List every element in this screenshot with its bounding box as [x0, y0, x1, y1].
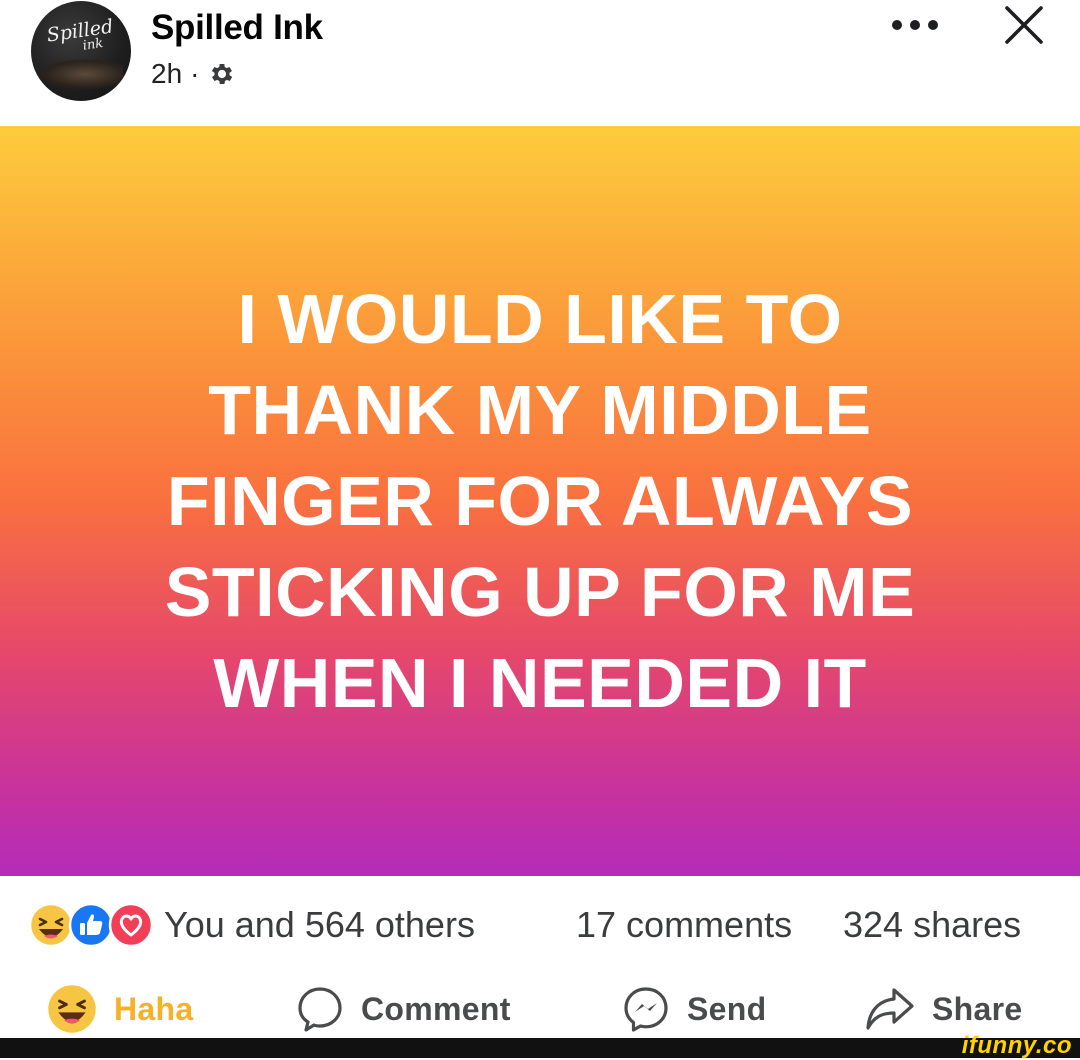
- comments-count[interactable]: 17 comments: [576, 904, 792, 946]
- avatar-logo: Spilled ink: [39, 16, 123, 60]
- send-label: Send: [687, 990, 767, 1027]
- post-image-text: I WOULD LIKE TO THANK MY MIDDLE FINGER F…: [164, 280, 916, 722]
- haha-reaction-button[interactable]: Haha: [46, 980, 193, 1038]
- avatar[interactable]: Spilled ink: [31, 1, 131, 101]
- comment-label: Comment: [361, 990, 511, 1027]
- shares-count[interactable]: 324 shares: [843, 904, 1021, 946]
- more-horizontal-icon[interactable]: [892, 12, 938, 38]
- reactions-count[interactable]: You and 564 others: [164, 904, 475, 946]
- post-header: Spilled ink Spilled Ink 2h ·: [0, 0, 1080, 126]
- comment-button[interactable]: Comment: [295, 980, 511, 1038]
- share-icon: [866, 988, 914, 1030]
- more-dot: [910, 20, 920, 30]
- more-dot: [892, 20, 902, 30]
- post-meta: 2h ·: [151, 58, 236, 90]
- haha-label: Haha: [114, 990, 194, 1027]
- comment-icon: [298, 987, 342, 1032]
- bottom-bar: ifunny.co: [0, 1032, 1080, 1059]
- reaction-icons[interactable]: [28, 902, 156, 948]
- post-time[interactable]: 2h: [151, 58, 182, 90]
- avatar-ink-decoration: [39, 59, 123, 89]
- gear-icon[interactable]: [208, 60, 236, 88]
- send-button[interactable]: Send: [621, 980, 766, 1038]
- meta-separator: ·: [190, 58, 200, 89]
- share-button[interactable]: Share: [864, 980, 1022, 1038]
- more-dot: [928, 20, 938, 30]
- love-icon: [108, 902, 154, 948]
- post-stats: You and 564 others 17 comments 324 share…: [0, 895, 1080, 955]
- post-actions: Haha Comment Send Share: [0, 980, 1080, 1038]
- share-label: Share: [932, 990, 1023, 1027]
- author-name[interactable]: Spilled Ink: [151, 8, 323, 48]
- close-icon[interactable]: [1003, 4, 1045, 46]
- post-image[interactable]: I WOULD LIKE TO THANK MY MIDDLE FINGER F…: [0, 126, 1080, 876]
- haha-icon: [48, 985, 96, 1033]
- watermark: ifunny.co: [961, 1032, 1072, 1059]
- messenger-icon: [624, 987, 668, 1032]
